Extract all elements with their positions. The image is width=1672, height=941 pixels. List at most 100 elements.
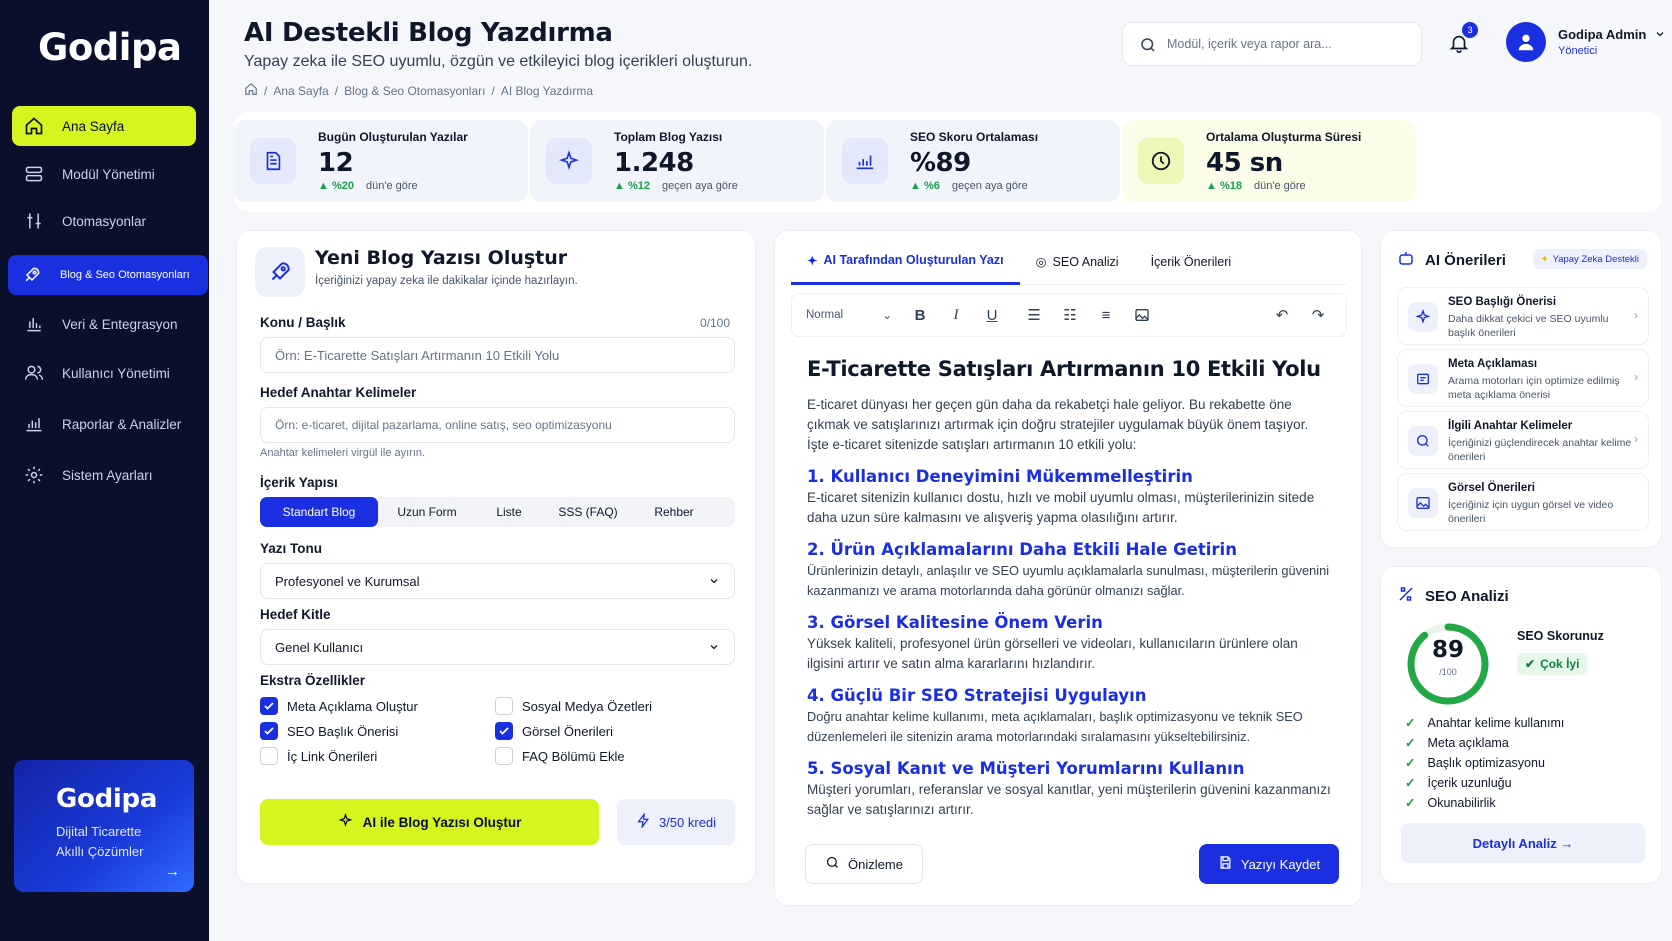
sidebar-item-modules[interactable]: Modül Yönetimi: [12, 154, 196, 194]
underline-button[interactable]: U: [974, 300, 1010, 330]
stat-value: %89: [910, 148, 971, 178]
ai-suggestions-title: AI Önerileri: [1397, 249, 1506, 271]
promo-card[interactable]: Godipa Dijital Ticarette Akıllı Çözümler…: [14, 760, 194, 892]
align-icon[interactable]: ≡: [1088, 300, 1124, 330]
home-icon[interactable]: [244, 82, 258, 99]
checkbox-seo-title[interactable]: SEO Başlık Önerisi: [260, 722, 398, 740]
checkbox-social[interactable]: Sosyal Medya Özetleri: [495, 697, 652, 715]
checkbox-meta[interactable]: Meta Açıklama Oluştur: [260, 697, 418, 715]
topic-input[interactable]: Örn: E-Ticarette Satışları Artırmanın 10…: [260, 337, 735, 373]
bolt-icon: [636, 811, 651, 831]
structure-option-faq[interactable]: SSS (FAQ): [542, 505, 634, 519]
chevron-down-icon: [708, 575, 720, 590]
sidebar-item-label: Kullanıcı Yönetimi: [62, 365, 170, 381]
sidebar-item-automations[interactable]: Otomasyonlar: [12, 201, 196, 241]
editor-toolbar: Normal ⌄ B I U ☰ ☷ ≡ ↶ ↷: [791, 293, 1347, 337]
image-icon[interactable]: [1124, 300, 1160, 330]
sidebar-item-settings[interactable]: Sistem Ayarları: [12, 455, 196, 495]
sidebar-item-reports[interactable]: Raporlar & Analizler: [12, 404, 196, 444]
suggestion-item[interactable]: SEO Başlığı Önerisi Daha dikkat çekici v…: [1397, 287, 1649, 345]
chevron-right-icon: ›: [1634, 370, 1638, 384]
redo-icon[interactable]: ↷: [1300, 300, 1336, 330]
seo-check-item: ✓ Meta açıklama: [1405, 735, 1509, 751]
bell-icon: [1448, 35, 1470, 58]
bold-button[interactable]: B: [902, 300, 938, 330]
preview-icon: [825, 855, 840, 873]
seo-check-item: ✓ İçerik uzunluğu: [1405, 775, 1512, 791]
seo-check-item: ✓ Başlık optimizasyonu: [1405, 755, 1545, 771]
article-paragraph: Müşteri yorumları, referanslar ve sosyal…: [807, 782, 1331, 817]
save-button[interactable]: Yazıyı Kaydet: [1199, 844, 1339, 884]
structure-option-guide[interactable]: Rehber: [634, 505, 714, 519]
checkbox-internal-links[interactable]: İç Link Önerileri: [260, 747, 377, 765]
sidebar-item-blog-seo[interactable]: Blog & Seo Otomasyonları: [8, 255, 208, 295]
suggestion-item[interactable]: Görsel Önerileri İçeriğiniz için uygun g…: [1397, 473, 1649, 531]
stat-label: Ortalama Oluşturma Süresi: [1206, 130, 1362, 144]
stat-delta: ▲ %20 dün'e göre: [318, 180, 418, 192]
sidebar-item-users[interactable]: Kullanıcı Yönetimi: [12, 353, 196, 393]
notification-count: 3: [1462, 22, 1478, 38]
promo-line-1: Dijital Ticarette: [56, 824, 142, 839]
ai-suggestions-card: AI Önerileri ✦ Yapay Zeka Destekli SEO Ba…: [1380, 230, 1662, 548]
tab-ai-content[interactable]: ✦ AI Tarafından Oluşturulan Yazı: [791, 239, 1020, 285]
breadcrumb-item[interactable]: Blog & Seo Otomasyonları: [344, 84, 485, 98]
undo-icon[interactable]: ↶: [1264, 300, 1300, 330]
keyword-search-icon: [1408, 426, 1438, 456]
check-icon: ✓: [1405, 716, 1416, 730]
robot-icon: [1397, 249, 1415, 271]
user-menu[interactable]: Godipa Admin Yönetici: [1506, 22, 1666, 62]
keywords-input[interactable]: Örn: e-ticaret, dijital pazarlama, onlin…: [260, 407, 735, 443]
user-role: Yönetici: [1558, 45, 1598, 57]
italic-button[interactable]: I: [938, 300, 974, 330]
seo-rating-badge: ✔ Çok İyi: [1517, 653, 1588, 675]
chevron-right-icon: ›: [1634, 432, 1638, 446]
detailed-analysis-button[interactable]: Detaylı Analiz →: [1401, 823, 1645, 863]
seo-analysis-card: SEO Analizi 89 /100 SEO Skorunuz ✔ Çok İy…: [1380, 566, 1662, 884]
bullet-list-icon[interactable]: ☰: [1016, 300, 1052, 330]
bar-chart-icon: [24, 314, 44, 334]
search-input[interactable]: Modül, içerik veya rapor ara...: [1122, 22, 1422, 66]
structure-option-long[interactable]: Uzun Form: [378, 505, 476, 519]
sidebar-item-label: Blog & Seo Otomasyonları: [60, 269, 190, 281]
tab-content-suggestions[interactable]: İçerik Önerileri: [1135, 239, 1248, 285]
generate-button[interactable]: AI ile Blog Yazısı Oluştur: [260, 799, 599, 845]
avatar: [1506, 22, 1546, 62]
suggestion-item[interactable]: İlgili Anahtar Kelimeler İçeriğinizi güç…: [1397, 411, 1649, 469]
preview-button[interactable]: Önizleme: [805, 844, 923, 884]
breadcrumb-item[interactable]: Ana Sayfa: [273, 84, 328, 98]
sidebar-item-data[interactable]: Veri & Entegrasyon: [12, 304, 196, 344]
arrow-right-icon[interactable]: →: [165, 863, 180, 880]
save-icon: [1218, 855, 1233, 873]
structure-option-standard[interactable]: Standart Blog: [260, 497, 378, 527]
clock-icon: [1138, 138, 1184, 184]
checkbox-faq[interactable]: FAQ Bölümü Ekle: [495, 747, 625, 765]
audience-label: Hedef Kitle: [260, 607, 331, 622]
format-select[interactable]: Normal ⌄: [792, 308, 902, 322]
topic-label: Konu / Başlık: [260, 315, 346, 330]
tone-select[interactable]: Profesyonel ve Kurumsal: [260, 563, 735, 599]
check-icon: ✓: [1405, 776, 1416, 790]
users-icon: [24, 363, 44, 383]
suggestion-item[interactable]: Meta Açıklaması Arama motorları için opt…: [1397, 349, 1649, 407]
audience-select[interactable]: Genel Kullanıcı: [260, 629, 735, 665]
numbered-list-icon[interactable]: ☷: [1052, 300, 1088, 330]
article-heading: 1. Kullanıcı Deneyimini Mükemmelleştirin: [807, 467, 1193, 486]
stat-card: SEO Skoru Ortalaması %89 ▲ %6 geçen aya g…: [826, 120, 1120, 202]
stat-card: Toplam Blog Yazısı 1.248 ▲ %12 geçen aya …: [530, 120, 824, 202]
stat-card: Bugün Oluşturulan Yazılar 12 ▲ %20 dün'e …: [234, 120, 528, 202]
tone-label: Yazı Tonu: [260, 541, 323, 556]
sparkle-icon: [1408, 302, 1438, 332]
notifications-button[interactable]: 3: [1448, 22, 1478, 59]
breadcrumb-current: AI Blog Yazdırma: [500, 83, 594, 98]
page-subtitle: Yapay zeka ile SEO uyumlu, özgün ve etki…: [244, 53, 753, 70]
tab-seo-analysis[interactable]: ◎ SEO Analizi: [1020, 239, 1135, 285]
page-title: AI Destekli Blog Yazdırma: [244, 18, 613, 48]
sidebar-item-home[interactable]: Ana Sayfa: [12, 106, 196, 146]
structure-segmented: Standart Blog Uzun Form Liste SSS (FAQ) …: [260, 497, 735, 527]
sidebar-item-label: Modül Yönetimi: [62, 166, 155, 182]
article-heading: 2. Ürün Açıklamalarını Daha Etkili Hale …: [807, 540, 1237, 559]
editor-content[interactable]: E-Ticarette Satışları Artırmanın 10 Etki…: [791, 341, 1347, 831]
checkbox-images[interactable]: Görsel Önerileri: [495, 722, 613, 740]
structure-option-list[interactable]: Liste: [476, 505, 542, 519]
sliders-icon: [24, 211, 44, 231]
